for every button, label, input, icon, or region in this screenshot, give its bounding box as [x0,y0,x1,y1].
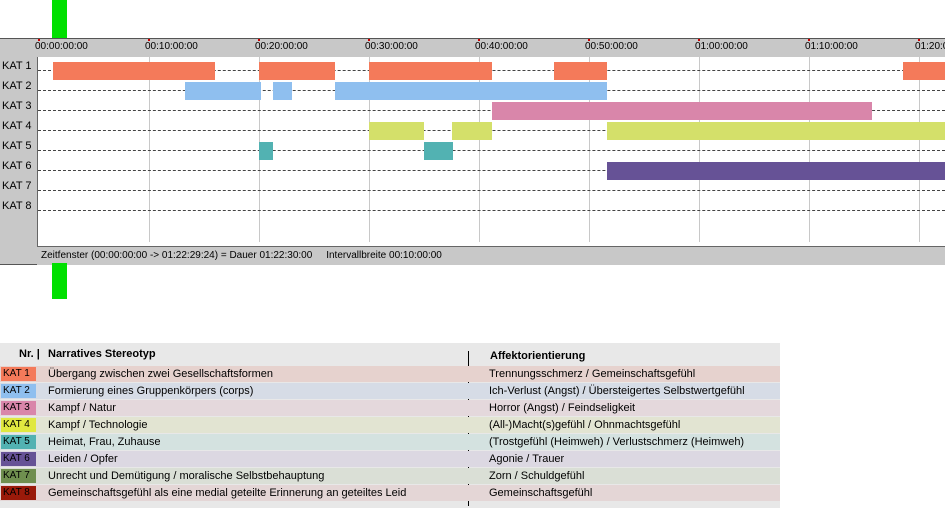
legend-category-badge: KAT 5 [1,435,36,449]
tick-label: 01:20:00:00 [915,41,945,52]
legend-row: KAT 4 Kampf / Technologie (All-)Macht(s)ge… [0,417,780,433]
legend-affekt-text: Zorn / Schuldgefühl [489,470,585,482]
legend-row: KAT 1 Übergang zwischen zwei Gesellschaft… [0,366,780,382]
tick-label: 00:50:00:00 [585,41,638,52]
playhead-marker-top[interactable] [52,0,67,38]
legend-row: KAT 3 Kampf / Natur Horror (Angst) / Feind… [0,400,780,416]
category-label-column: KAT 1 KAT 2 KAT 3 KAT 4 KAT 5 KAT 6 KAT … [0,39,38,264]
tick-mark [38,39,40,41]
tick-label: 00:40:00:00 [475,41,528,52]
timeline-panel: KAT 1 KAT 2 KAT 3 KAT 4 KAT 5 KAT 6 KAT … [0,38,945,265]
category-label: KAT 5 [2,140,32,152]
legend-category-badge: KAT 7 [1,469,36,483]
segment-bar-kat-1[interactable] [553,62,607,80]
tick-mark [368,39,370,41]
legend-category-badge: KAT 1 [1,367,36,381]
tick-mark [588,39,590,41]
legend-category-badge: KAT 2 [1,384,36,398]
legend-category-badge: KAT 3 [1,401,36,415]
segment-bar-kat-5[interactable] [424,142,453,160]
segment-bar-kat-2[interactable] [273,82,292,100]
status-bar: Zeitfenster (00:00:00:00 -> 01:22:29:24)… [37,246,945,265]
legend-affekt-text: Horror (Angst) / Feindseligkeit [489,402,636,414]
legend-row: KAT 8 Gemeinschaftsgefühl als eine medial… [0,485,780,501]
category-label: KAT 7 [2,180,32,192]
segment-bar-kat-2[interactable] [185,82,262,100]
segment-bar-kat-4[interactable] [606,122,945,140]
tick-mark [478,39,480,41]
segment-bar-kat-4[interactable] [369,122,424,140]
segment-bar-kat-1[interactable] [902,62,945,80]
legend-stereotyp-text: Kampf / Natur [48,402,116,414]
legend-stereotyp-text: Leiden / Opfer [48,453,118,465]
legend-stereotyp-text: Unrecht und Demütigung / moralische Selb… [48,470,325,482]
time-window-text: Zeitfenster (00:00:00:00 -> 01:22:29:24)… [41,250,313,261]
segment-bar-kat-3[interactable] [492,102,872,120]
legend-row: KAT 6 Leiden / Opfer Agonie / Trauer [0,451,780,467]
legend-affekt-text: Gemeinschaftsgefühl [489,487,593,499]
category-guide-line [38,150,945,151]
tick-mark [148,39,150,41]
legend-row: KAT 2 Formierung eines Gruppenkörpers (co… [0,383,780,399]
category-guide-line [38,190,945,191]
tick-mark [698,39,700,41]
segment-bar-kat-4[interactable] [451,122,493,140]
legend-affekt-text: Agonie / Trauer [489,453,565,465]
legend-row: KAT 5 Heimat, Frau, Zuhause (Trostgefühl (… [0,434,780,450]
category-label: KAT 8 [2,200,32,212]
interval-width-text: Intervallbreite 00:10:00:00 [326,250,442,261]
tick-label: 00:10:00:00 [145,41,198,52]
legend-table: Nr. | Narratives Stereotyp Affektorienti… [0,343,780,508]
category-guide-line [38,210,945,211]
tick-mark [258,39,260,41]
tick-mark [918,39,920,41]
legend-category-badge: KAT 8 [1,486,36,500]
legend-affekt-text: (All-)Macht(s)gefühl / Ohnmachtsgefühl [489,419,681,431]
legend-affekt-text: Ich-Verlust (Angst) / Übersteigertes Sel… [489,385,745,397]
tick-label: 00:30:00:00 [365,41,418,52]
tick-mark [808,39,810,41]
segment-bar-kat-1[interactable] [259,62,335,80]
segment-bar-kat-6[interactable] [606,162,945,180]
timeline-plot-area[interactable] [38,57,945,242]
category-label: KAT 2 [2,80,32,92]
legend-header-nr: Nr. | [19,348,40,360]
category-label: KAT 4 [2,120,32,132]
tick-label: 00:00:00:00 [35,41,88,52]
time-ruler[interactable]: 00:00:00:00 00:10:00:00 00:20:00:00 00:30:0… [35,39,945,58]
tick-label: 01:00:00:00 [695,41,748,52]
legend-affekt-text: Trennungsschmerz / Gemeinschaftsgefühl [489,368,696,380]
legend-category-badge: KAT 6 [1,452,36,466]
legend-stereotyp-text: Formierung eines Gruppenkörpers (corps) [48,385,254,397]
segment-bar-kat-1[interactable] [53,62,215,80]
segment-bar-kat-1[interactable] [369,62,493,80]
legend-stereotyp-text: Übergang zwischen zwei Gesellschaftsform… [48,368,273,380]
category-label: KAT 1 [2,60,32,72]
legend-stereotyp-text: Gemeinschaftsgefühl als eine medial gete… [48,487,407,499]
segment-bar-kat-5[interactable] [259,142,274,160]
legend-header-affekt: Affektorientierung [490,350,586,362]
legend-category-badge: KAT 4 [1,418,36,432]
legend-stereotyp-text: Heimat, Frau, Zuhause [48,436,161,448]
segment-bar-kat-2[interactable] [334,82,607,100]
legend-header-stereotyp: Narratives Stereotyp [48,348,156,360]
tick-label: 00:20:00:00 [255,41,308,52]
category-label: KAT 6 [2,160,32,172]
category-label: KAT 3 [2,100,32,112]
legend-row: KAT 7 Unrecht und Demütigung / moralische… [0,468,780,484]
playhead-marker-bottom[interactable] [52,263,67,299]
legend-stereotyp-text: Kampf / Technologie [48,419,148,431]
tick-label: 01:10:00:00 [805,41,858,52]
legend-affekt-text: (Trostgefühl (Heimweh) / Verlustschmerz … [489,436,745,448]
